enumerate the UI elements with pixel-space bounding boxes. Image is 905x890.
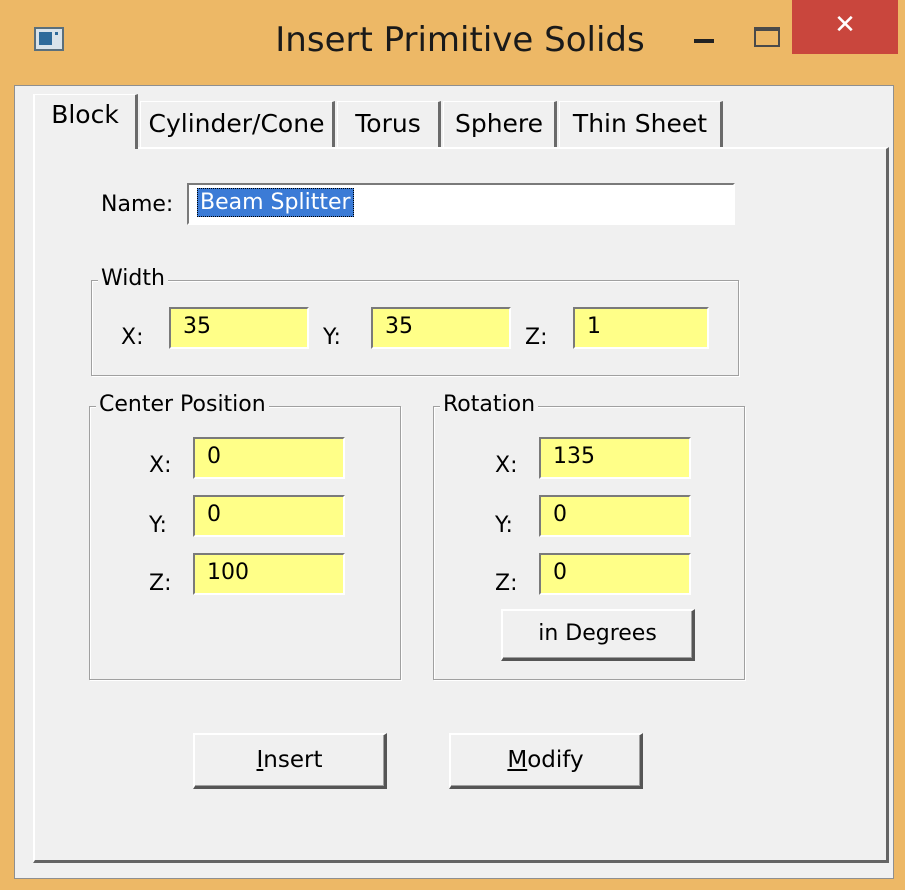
center-z-label: Z: (149, 571, 172, 596)
block-tab-panel: Name: Beam Splitter Width X: 35 Y: 35 Z:… (33, 147, 889, 863)
center-y-label: Y: (149, 513, 167, 538)
width-group-title: Width (98, 266, 168, 292)
tab-block-label: Block (51, 100, 119, 129)
tab-torus-label: Torus (355, 109, 421, 138)
app-icon[interactable] (34, 27, 64, 51)
tab-sphere-label: Sphere (454, 109, 544, 138)
modify-label: odify (527, 747, 584, 773)
minimize-icon[interactable] (684, 22, 724, 62)
tab-torus[interactable]: Torus (337, 101, 441, 147)
width-x-label: X: (121, 325, 144, 350)
center-y-input[interactable]: 0 (193, 495, 345, 537)
tab-thin-sheet[interactable]: Thin Sheet (559, 101, 723, 147)
modify-button[interactable]: Modify (449, 733, 643, 789)
rotation-y-input[interactable]: 0 (539, 495, 691, 537)
dialog-window: Insert Primitive Solids ✕ Block Cylinder… (0, 0, 905, 890)
tab-thin-sheet-label: Thin Sheet (572, 109, 708, 138)
tab-sphere[interactable]: Sphere (443, 101, 557, 147)
rotation-x-label: X: (495, 453, 518, 478)
insert-button[interactable]: Insert (193, 733, 387, 789)
name-label: Name: (101, 192, 174, 217)
tab-cylinder-cone[interactable]: Cylinder/Cone (140, 101, 335, 147)
insert-label: nsert (263, 747, 323, 773)
tab-cylinder-cone-label: Cylinder/Cone (148, 109, 325, 138)
close-icon[interactable]: ✕ (792, 0, 898, 54)
center-position-title: Center Position (96, 392, 269, 418)
title-bar[interactable]: Insert Primitive Solids ✕ (0, 0, 905, 84)
center-x-label: X: (149, 453, 172, 478)
width-x-input[interactable]: 35 (169, 307, 309, 349)
width-z-label: Z: (525, 325, 548, 350)
modify-mnemonic: M (507, 747, 528, 773)
rotation-y-label: Y: (495, 513, 513, 538)
window-title: Insert Primitive Solids (275, 20, 645, 60)
maximize-icon[interactable] (747, 22, 787, 62)
width-y-label: Y: (323, 325, 341, 350)
rotation-x-input[interactable]: 135 (539, 437, 691, 479)
tab-block[interactable]: Block (33, 94, 138, 149)
width-y-input[interactable]: 35 (371, 307, 511, 349)
client-area: Block Cylinder/Cone Torus Sphere Thin Sh… (14, 85, 894, 879)
name-value: Beam Splitter (197, 188, 354, 217)
name-input[interactable]: Beam Splitter (187, 183, 735, 225)
rotation-z-input[interactable]: 0 (539, 553, 691, 595)
center-x-input[interactable]: 0 (193, 437, 345, 479)
width-z-input[interactable]: 1 (573, 307, 709, 349)
rotation-title: Rotation (440, 392, 539, 418)
center-z-input[interactable]: 100 (193, 553, 345, 595)
in-degrees-button[interactable]: in Degrees (501, 609, 695, 661)
rotation-z-label: Z: (495, 571, 518, 596)
